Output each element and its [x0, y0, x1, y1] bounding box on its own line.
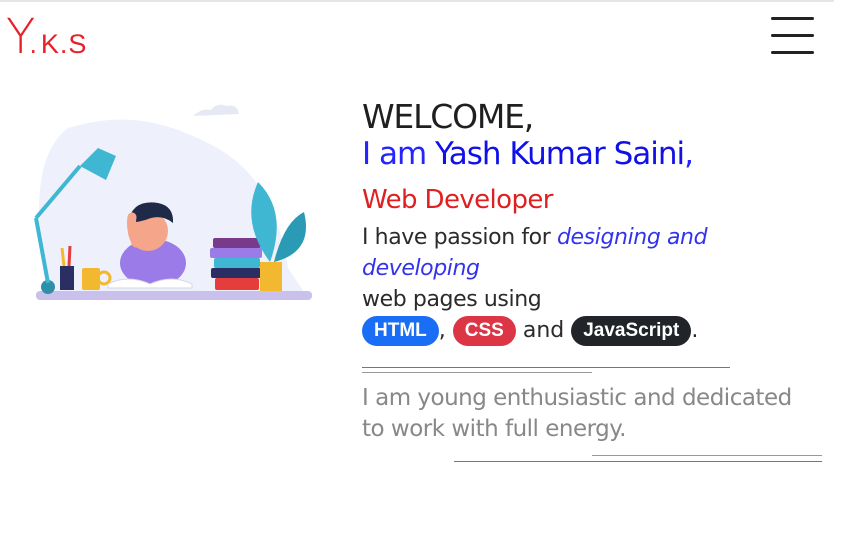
badge-comma: , — [438, 318, 446, 343]
top-border — [0, 0, 834, 2]
passion-text: I have passion for designing and develop… — [362, 222, 832, 315]
badge-period: . — [691, 318, 699, 343]
person-reading-illustration — [34, 104, 312, 300]
divider-bottom-short — [592, 455, 822, 456]
author-name: Yash Kumar Saini — [435, 136, 685, 172]
tagline-line-2: to work with full energy. — [362, 416, 626, 442]
divider-top-long — [362, 367, 730, 368]
intro-prefix: I am — [362, 136, 436, 172]
divider-top-short — [362, 372, 592, 373]
intro-line: I am Yash Kumar Saini, — [362, 134, 832, 174]
role-title: Web Developer — [362, 185, 553, 215]
passion-emphasis-1: designing and — [556, 225, 708, 250]
intro-suffix: , — [684, 136, 694, 172]
passion-line-3: web pages using — [362, 287, 542, 312]
hamburger-icon[interactable] — [771, 17, 815, 55]
tagline-line-1: I am young enthusiastic and dedicated — [362, 385, 792, 411]
brand-initial: Y. — [6, 9, 41, 65]
skill-badges: HTML, CSS and JavaScript. — [362, 313, 832, 349]
and-word: and — [515, 318, 572, 343]
brand-logo[interactable]: Y.K.S — [6, 10, 87, 64]
passion-emphasis-2: developing — [362, 256, 480, 281]
greeting: WELCOME, — [362, 97, 534, 136]
hero-section: WELCOME, I am Yash Kumar Saini, Web Deve… — [362, 98, 832, 349]
javascript-badge: JavaScript — [571, 316, 692, 346]
tagline: I am young enthusiastic and dedicated to… — [362, 383, 832, 445]
css-badge: CSS — [452, 316, 516, 346]
brand-rest: K.S — [40, 29, 88, 59]
divider-bottom-long — [454, 461, 822, 462]
passion-prefix: I have passion for — [362, 225, 557, 250]
html-badge: HTML — [362, 316, 439, 346]
